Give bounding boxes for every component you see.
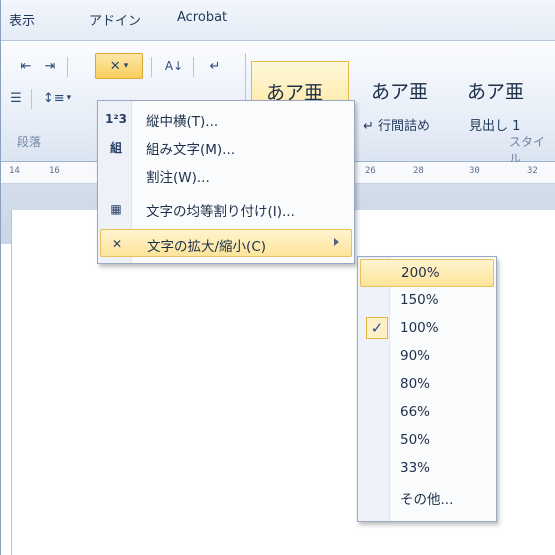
submenu-item-200[interactable]: 200% [360, 259, 494, 287]
ruler-tick-label: 16 [49, 166, 60, 176]
show-marks-icon[interactable]: ↵ [203, 55, 227, 77]
style-no-spacing[interactable]: あア亜 [357, 61, 457, 111]
ruler-tick-label: 14 [9, 166, 20, 176]
char-scale-submenu: 200% 150% ✓ 100% 90% 80% 66% 50% 33% その他… [357, 256, 497, 522]
style-heading-1[interactable]: あア亜 [453, 61, 555, 111]
decrease-indent-icon[interactable]: ⇤ [15, 55, 37, 77]
line-spacing-button[interactable]: ↕≡ ▾ [37, 87, 77, 109]
ribbon-separator [67, 57, 68, 77]
ribbon-tab-bar: 表示 アドイン Acrobat [1, 0, 555, 40]
align-distribute-icon[interactable]: ☰ [5, 87, 27, 109]
submenu-item-100[interactable]: ✓ 100% [360, 315, 494, 343]
submenu-item-90[interactable]: 90% [360, 343, 494, 371]
checkmark-icon: ✓ [366, 317, 388, 339]
menu-item-char-distribute[interactable]: ▦ 文字の均等割り付け(I)... [100, 195, 352, 223]
increase-indent-icon[interactable]: ⇥ [39, 55, 61, 77]
ruler-tick-label: 30 [469, 166, 480, 176]
submenu-arrow-icon [334, 238, 339, 246]
char-scale-icon: ✕ [109, 58, 121, 74]
menu-item-kumimoji[interactable]: 組 組み文字(M)... [100, 133, 352, 161]
tate-chu-yoko-icon: 1²3 [105, 112, 127, 126]
tab-acrobat[interactable]: Acrobat [177, 10, 227, 25]
char-distribute-icon: ▦ [110, 202, 122, 216]
char-scale-button[interactable]: ✕ ▾ [95, 53, 143, 79]
submenu-item-80[interactable]: 80% [360, 371, 494, 399]
submenu-item-66[interactable]: 66% [360, 399, 494, 427]
menu-item-tate-chu-yoko[interactable]: 1²3 縦中横(T)... [100, 105, 352, 133]
style-no-spacing-label: ↵ 行間詰め [363, 119, 431, 134]
sort-button[interactable]: A↓ [161, 55, 187, 77]
submenu-item-other[interactable]: その他... [360, 483, 494, 511]
tab-addins[interactable]: アドイン [89, 10, 141, 29]
chevron-down-icon: ▾ [66, 93, 72, 103]
char-layout-menu: 1²3 縦中横(T)... 組 組み文字(M)... 割注(W)... ▦ 文字… [97, 100, 355, 264]
ribbon-separator [193, 57, 194, 77]
word-window: 表示 アドイン Acrobat ⇤ ⇥ ✕ ▾ A↓ ↵ ☰ ↕≡ ▾ 段落 ス… [0, 0, 555, 555]
style-heading-1-label: 見出し 1 [469, 119, 521, 134]
menu-item-char-scale[interactable]: ✕ 文字の拡大/縮小(C) [100, 229, 352, 257]
submenu-item-50[interactable]: 50% [360, 427, 494, 455]
submenu-item-33[interactable]: 33% [360, 455, 494, 483]
char-scale-icon: ✕ [111, 237, 123, 251]
line-spacing-icon: ↕≡ [42, 90, 65, 106]
kumimoji-icon: 組 [109, 140, 122, 155]
ribbon-separator [31, 89, 32, 109]
chevron-down-icon: ▾ [123, 61, 129, 71]
tab-view[interactable]: 表示 [9, 10, 35, 29]
ruler-tick-label: 26 [365, 166, 376, 176]
menu-item-warichu[interactable]: 割注(W)... [100, 161, 352, 189]
group-label-paragraph: 段落 [17, 135, 42, 149]
sort-icon: A↓ [164, 59, 184, 73]
ruler-tick-label: 32 [527, 166, 538, 176]
ruler-tick-label: 28 [413, 166, 424, 176]
submenu-item-150[interactable]: 150% [360, 287, 494, 315]
ribbon-separator [151, 57, 152, 77]
